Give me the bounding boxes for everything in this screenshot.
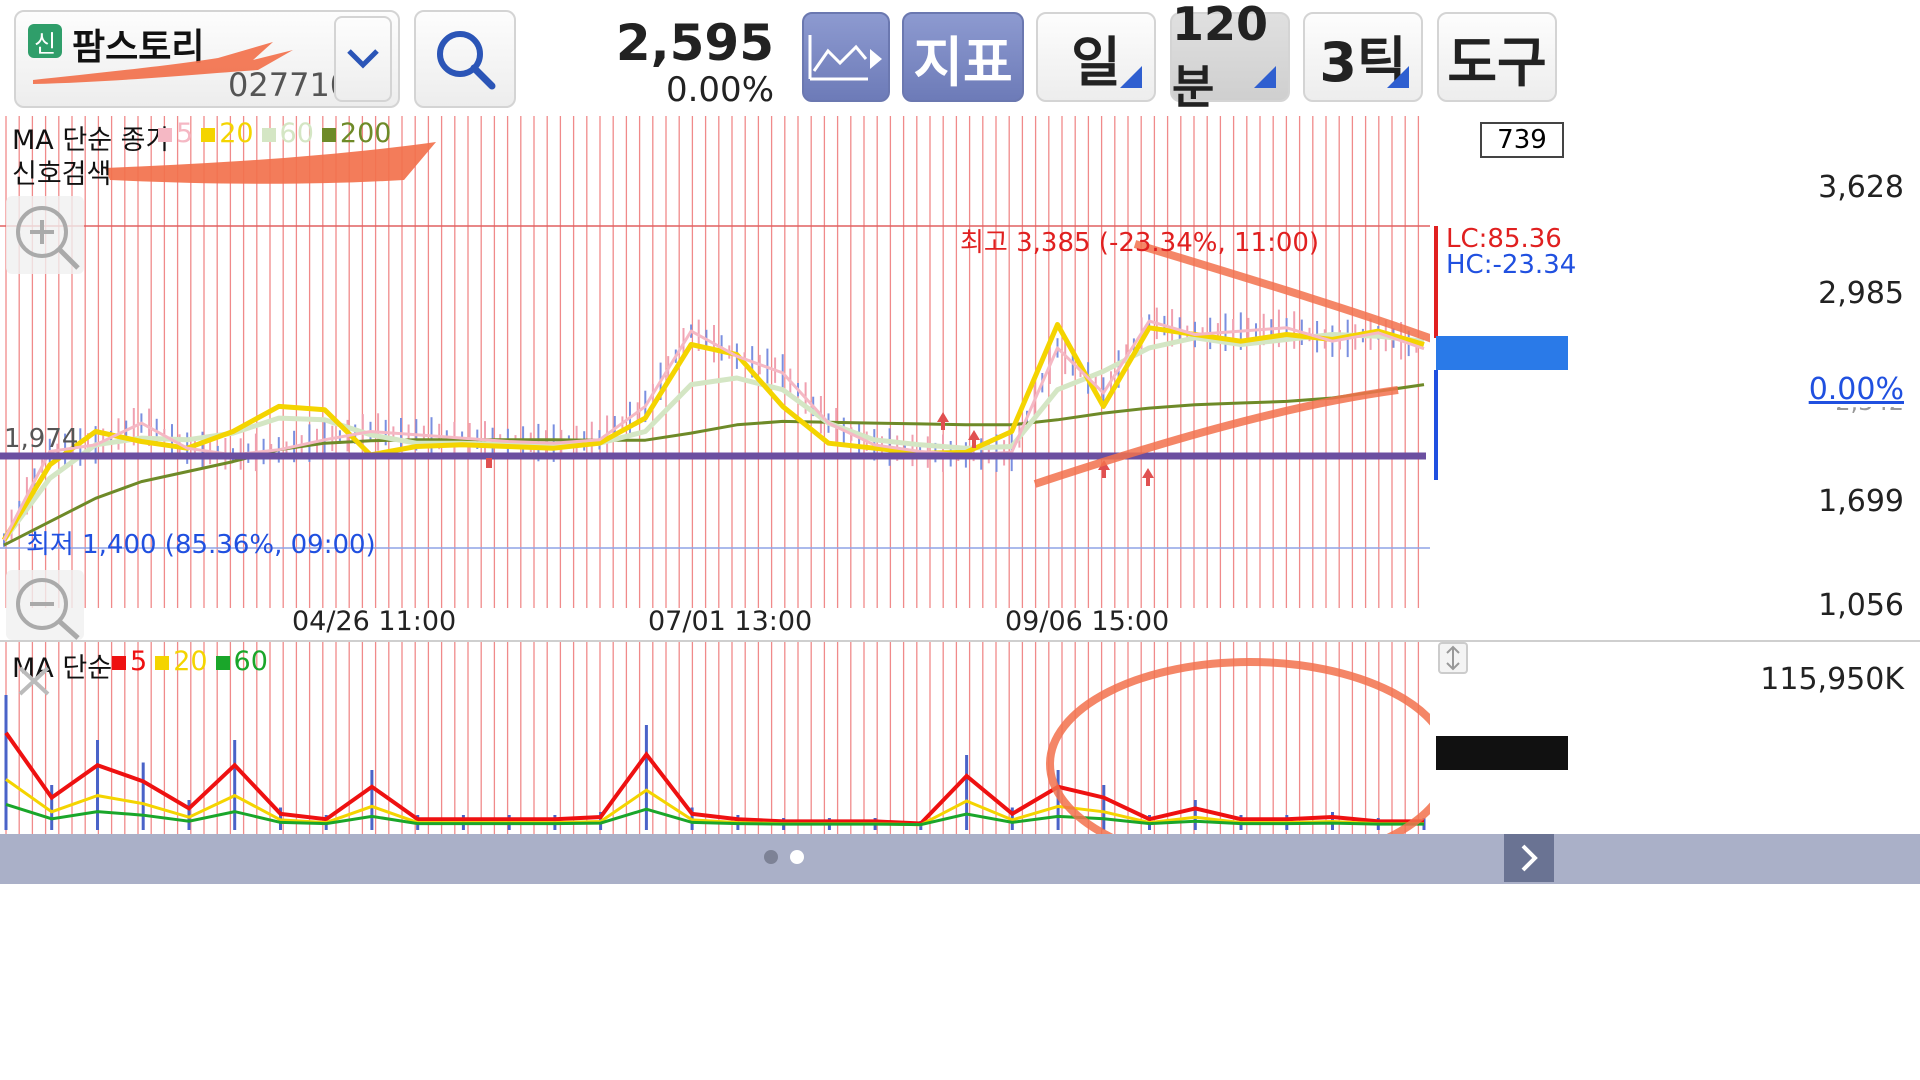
- legend-item: 20: [155, 646, 208, 677]
- zoom-out-button[interactable]: [6, 570, 84, 640]
- axis-top-box: 739: [1480, 122, 1564, 158]
- current-price-tag: [1436, 336, 1568, 370]
- legend-swatch: [112, 656, 126, 670]
- legend-swatch: [201, 128, 216, 142]
- volume-scribble-circle: [1046, 658, 1430, 834]
- support-level-label: 1,974: [4, 424, 79, 454]
- lc-hc-bar-blue: [1434, 370, 1438, 480]
- indicator-button[interactable]: 지표: [902, 12, 1024, 102]
- date-label: 07/01 13:00: [648, 606, 813, 637]
- legend-item: 20: [201, 118, 254, 149]
- legend-label: 5: [130, 646, 148, 677]
- legend-label: 60: [279, 118, 314, 149]
- next-page-button[interactable]: [1504, 834, 1554, 882]
- below-area: [0, 884, 1920, 1080]
- legend-label: 200: [339, 118, 392, 149]
- legend-swatch: [321, 128, 336, 142]
- search-icon: [437, 31, 496, 90]
- lc-hc-bar: [1434, 226, 1438, 338]
- zoom-in-button[interactable]: [6, 196, 84, 274]
- corner-triangle-icon: [1120, 66, 1142, 88]
- price-axis-label: 1,699: [1818, 484, 1904, 519]
- high-annotation: 최고 3,385 (-23.34%, 11:00): [960, 228, 1320, 258]
- volume-current-label: 430,168: [1796, 736, 1904, 766]
- period-button[interactable]: 120분: [1170, 0, 1290, 114]
- legend-item: 60: [215, 646, 268, 677]
- legend-item: 200: [321, 118, 392, 149]
- period-label: 120분: [1172, 0, 1269, 114]
- tick-button[interactable]: 3틱: [1303, 12, 1423, 102]
- tools-button[interactable]: 도구: [1437, 12, 1557, 102]
- legend-item: 5: [158, 118, 193, 149]
- legend-label: 5: [176, 118, 194, 149]
- legend-swatch: [158, 128, 172, 142]
- legend-swatch: [155, 656, 170, 670]
- volume-ma-line: [4, 731, 1424, 826]
- date-label: 04/26 11:00: [292, 606, 457, 637]
- current-change-label: 0.00%: [1808, 372, 1904, 407]
- bottom-bar: [0, 834, 1920, 884]
- chevron-right-icon: [1521, 844, 1538, 872]
- resize-handle[interactable]: [1438, 642, 1468, 674]
- hc-label: HC:-23.34: [1446, 250, 1577, 280]
- search-button[interactable]: [414, 10, 516, 108]
- legend-label: 60: [233, 646, 268, 677]
- legend-label: 20: [173, 646, 208, 677]
- date-label: 09/06 15:00: [1005, 606, 1170, 637]
- legend-item: 60: [261, 118, 314, 149]
- volume-ma-legend: 5 20 60: [112, 646, 268, 677]
- line-chart-icon: [808, 35, 882, 81]
- chart-type-button[interactable]: [802, 12, 890, 102]
- close-indicator-button[interactable]: [6, 654, 62, 706]
- legend-label: 20: [219, 118, 254, 149]
- price-change: 0.00%: [665, 70, 774, 110]
- corner-triangle-icon: [1387, 66, 1409, 88]
- page-dot-1[interactable]: [764, 850, 778, 864]
- close-icon: [18, 666, 50, 696]
- volume-current-tag: [1436, 736, 1568, 770]
- stock-dropdown-button[interactable]: [334, 16, 392, 102]
- legend-swatch: [261, 128, 276, 142]
- price-axis-label: 2,985: [1818, 276, 1904, 311]
- corner-triangle-icon: [1254, 66, 1276, 88]
- price-axis-label: 1,056: [1818, 588, 1904, 623]
- page-dot-2[interactable]: [790, 850, 804, 864]
- current-price-tag-label: 2,595: [1818, 336, 1904, 371]
- volume-axis-label: 115,950K: [1760, 662, 1904, 697]
- ma-legend: 5 20 60 200: [158, 118, 391, 149]
- legend-swatch: [215, 656, 230, 670]
- price-axis-label: 3,628: [1818, 170, 1904, 205]
- day-button[interactable]: 일: [1036, 12, 1156, 102]
- zoom-in-icon: [16, 206, 80, 270]
- current-price: 2,595: [615, 14, 774, 72]
- legend-item: 5: [112, 646, 147, 677]
- stock-code: 027710: [228, 66, 351, 104]
- low-annotation: 최저 1,400 (85.36%, 09:00): [26, 530, 376, 560]
- zoom-out-icon: [16, 578, 80, 640]
- day-label: 일: [1071, 30, 1121, 94]
- chevron-down-icon: [347, 49, 379, 69]
- signal-search-label: 신호검색: [12, 159, 112, 190]
- resize-arrows-icon: [1446, 645, 1460, 671]
